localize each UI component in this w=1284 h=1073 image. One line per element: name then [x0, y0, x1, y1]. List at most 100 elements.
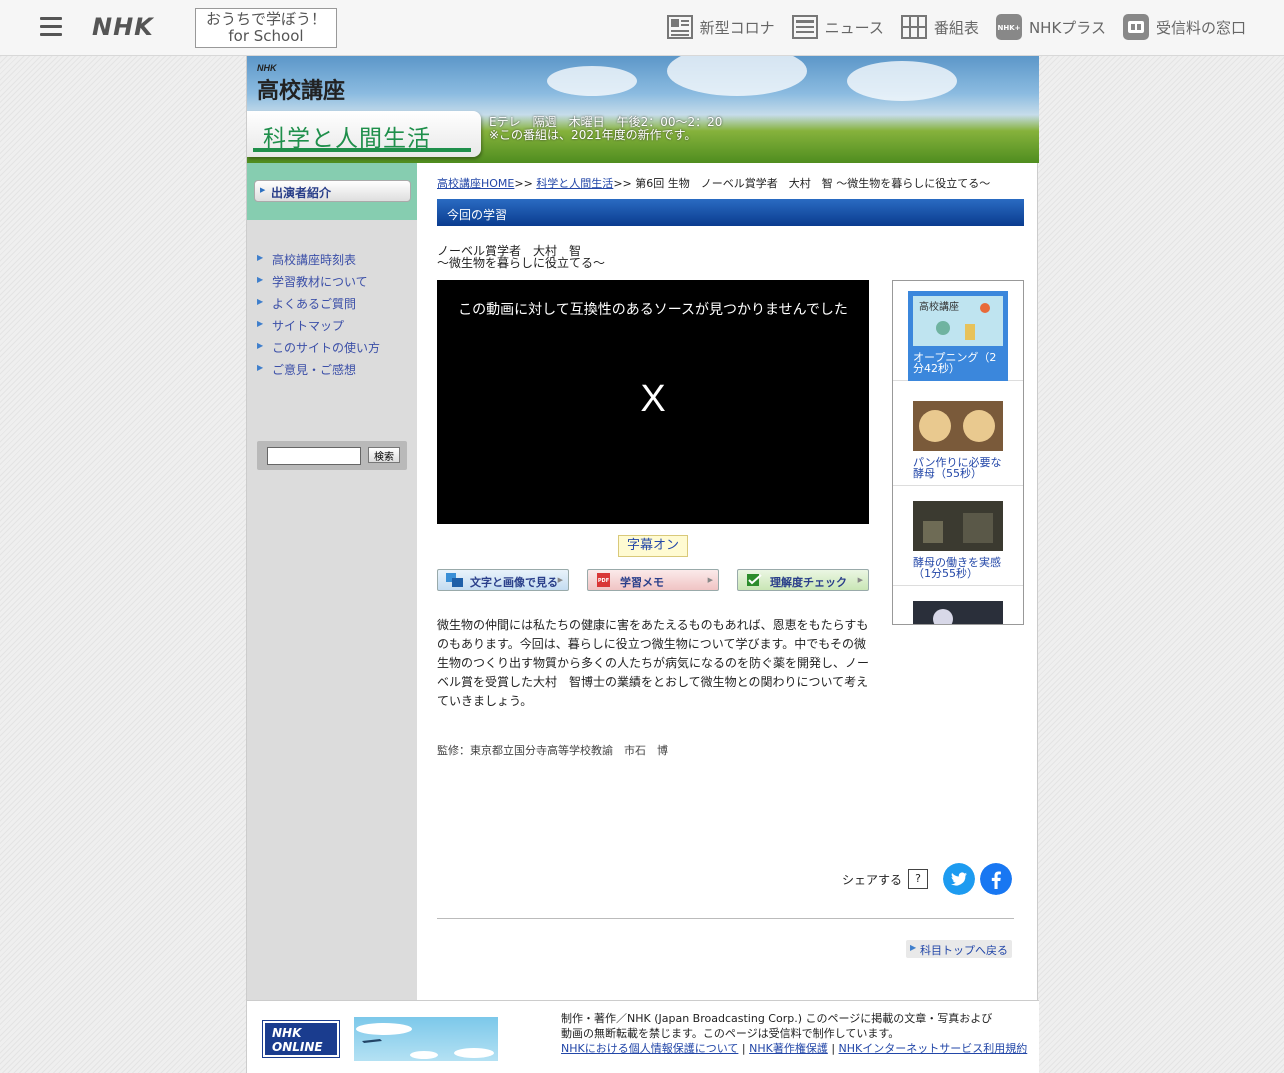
- chapter-label: パン作りに必要な酵母（55秒）: [913, 456, 1002, 480]
- reception-fee-icon: [1122, 14, 1149, 40]
- pdf-icon: PDF: [597, 573, 610, 587]
- breadcrumb: 高校講座HOME>> 科学と人間生活>> 第6回 生物 ノーベル賞学者 大村 智…: [437, 175, 990, 191]
- text-and-image-label: 文字と画像で見る: [470, 576, 558, 589]
- page-footer: NHK ONLINE 制作・著作／NHK (Japan Broadcasting…: [247, 1000, 1039, 1073]
- sidebar-item-feedback[interactable]: ご意見・ご感想: [257, 361, 380, 383]
- breadcrumb-home-link[interactable]: 高校講座HOME: [437, 177, 514, 190]
- footer-links: NHKにおける個人情報保護について | NHK著作権保護 | NHKインターネッ…: [561, 1041, 1031, 1056]
- breadcrumb-subject-link[interactable]: 科学と人間生活: [536, 177, 613, 190]
- sidebar-links: 高校講座時刻表 学習教材について よくあるご質問 サイトマップ このサイトの使い…: [257, 251, 380, 383]
- breadcrumb-separator: >>: [514, 177, 533, 190]
- nhk-online-logo[interactable]: NHK ONLINE: [262, 1020, 340, 1058]
- sidebar-item-materials[interactable]: 学習教材について: [257, 273, 380, 295]
- program-banner: NHK 高校講座 科学と人間生活 Eテレ 隔週 木曜日 午後2：00〜2：20 …: [247, 56, 1039, 163]
- nhk-plus-icon: NHK+: [995, 14, 1022, 40]
- koukou-kouza-logo[interactable]: NHK 高校講座: [257, 64, 345, 105]
- video-player[interactable]: この動画に対して互換性のあるソースが見つかりませんでした X: [437, 280, 869, 524]
- supervisor-credit: 監修：東京都立国分寺高等学校教諭 市石 博: [437, 744, 668, 757]
- sidebar-head: 出演者紹介: [247, 163, 417, 220]
- chapter-item[interactable]: [893, 586, 1023, 624]
- brand-title: 高校講座: [257, 78, 346, 104]
- comprehension-check-button[interactable]: 理解度チェック: [737, 569, 869, 591]
- chapter-thumbnail: 高校講座: [913, 296, 1003, 346]
- footer-banner-art: [356, 1023, 494, 1059]
- nav-corona-label: 新型コロナ: [699, 18, 775, 37]
- broadcast-info: Eテレ 隔週 木曜日 午後2：00〜2：20 ※この番組は、2021年度の新作で…: [489, 116, 722, 142]
- banner-cloud: [847, 61, 957, 101]
- section-heading: 今回の学習: [437, 199, 1024, 226]
- svg-text:NHK+: NHK+: [997, 24, 1020, 32]
- chapter-label: オープニング（2分42秒）: [913, 351, 997, 375]
- chapter-thumbnail: [913, 601, 1003, 624]
- school-line-2: for School: [228, 27, 304, 45]
- school-line-1: おうちで学ぼう！: [205, 10, 326, 28]
- news-icon: [791, 15, 818, 39]
- share-label: シェアする: [842, 872, 903, 887]
- nav-news-label: ニュース: [824, 18, 884, 37]
- ouchide-manabou-link[interactable]: おうちで学ぼう！ for School: [195, 8, 337, 48]
- subtitle-on-button[interactable]: 字幕オン: [618, 535, 688, 557]
- broadcast-note: ※この番組は、2021年度の新作です。: [489, 128, 697, 142]
- nav-news[interactable]: ニュース: [791, 13, 884, 41]
- chapter-item-box: 酵母の働きを実感（1分55秒）: [908, 496, 1008, 586]
- episode-title-line-2: ～微生物を暮らしに役立てる～: [437, 256, 606, 270]
- svg-text:高校講座: 高校講座: [919, 300, 959, 313]
- sidebar: 出演者紹介 高校講座時刻表 学習教材について よくあるご質問 サイトマップ この…: [247, 163, 417, 1000]
- search-input[interactable]: [267, 447, 361, 465]
- study-memo-label: 学習メモ: [620, 576, 664, 589]
- sidebar-item-timetable[interactable]: 高校講座時刻表: [257, 251, 380, 273]
- chapter-playlist[interactable]: 高校講座 オープニング（2分42秒） パン作りに必要な酵母（55秒） 酵母の働き…: [892, 280, 1024, 625]
- hamburger-menu-icon[interactable]: [40, 17, 62, 37]
- footer-banner-image[interactable]: [354, 1017, 498, 1061]
- comprehension-check-label: 理解度チェック: [770, 576, 847, 589]
- privacy-link[interactable]: NHKにおける個人情報保護について: [561, 1042, 738, 1055]
- copyright-link[interactable]: NHK著作権保護: [749, 1042, 828, 1055]
- back-to-subject-top-button[interactable]: 科目トップへ戻る: [906, 940, 1012, 958]
- program-guide-icon: [900, 15, 927, 39]
- twitter-icon[interactable]: [943, 863, 976, 895]
- search-button[interactable]: 検索: [368, 447, 400, 463]
- breadcrumb-current: 第6回 生物 ノーベル賞学者 大村 智 ～微生物を暮らしに役立てる～: [635, 177, 991, 190]
- share-help-button[interactable]: ?: [908, 869, 929, 889]
- footer-text-line-2: 動画の無断転載を禁じます。このページは受信料で制作しています。: [561, 1027, 900, 1040]
- nav-reception-fee[interactable]: 受信料の窓口: [1122, 13, 1246, 41]
- svg-text:PDF: PDF: [598, 578, 609, 584]
- text-image-icon: [446, 573, 463, 587]
- chapter-thumbnail: [913, 501, 1003, 551]
- chapter-item[interactable]: 高校講座 オープニング（2分42秒）: [893, 281, 1023, 381]
- nhk-online-logo-line-2: ONLINE: [272, 1040, 323, 1054]
- study-memo-button[interactable]: PDF 学習メモ: [587, 569, 719, 591]
- nhk-logo[interactable]: NHK: [92, 13, 154, 41]
- footer-copyright: 制作・著作／NHK (Japan Broadcasting Corp.) このペ…: [561, 1011, 1031, 1056]
- global-nav: 新型コロナ ニュース 番組表 NHK+ NHKプラス 受信料の窓口: [650, 13, 1246, 41]
- text-and-image-button[interactable]: 文字と画像で見る: [437, 569, 569, 591]
- chapter-item[interactable]: パン作りに必要な酵母（55秒）: [893, 386, 1023, 486]
- site-search: 検索: [257, 441, 407, 470]
- sidebar-item-sitemap[interactable]: サイトマップ: [257, 317, 380, 339]
- content-divider: [437, 918, 1014, 919]
- nhk-global-header: NHK おうちで学ぼう！ for School 新型コロナ ニュース 番組表 N…: [0, 0, 1284, 56]
- facebook-icon[interactable]: [980, 863, 1013, 895]
- nav-nhk-plus-label: NHKプラス: [1028, 18, 1106, 37]
- nav-corona[interactable]: 新型コロナ: [666, 13, 775, 41]
- terms-link[interactable]: NHKインターネットサービス利用規約: [839, 1042, 1028, 1055]
- nav-reception-fee-label: 受信料の窓口: [1155, 18, 1246, 37]
- footer-link-separator: |: [741, 1042, 746, 1055]
- chapter-thumbnail: [913, 401, 1003, 451]
- footer-link-separator: |: [831, 1042, 836, 1055]
- sidebar-item-faq[interactable]: よくあるご質問: [257, 295, 380, 317]
- footer-text-line-1: 制作・著作／NHK (Japan Broadcasting Corp.) このペ…: [561, 1012, 993, 1025]
- episode-title: ノーベル賞学者 大村 智 ～微生物を暮らしに役立てる～: [437, 245, 605, 269]
- nav-nhk-plus[interactable]: NHK+ NHKプラス: [995, 13, 1106, 41]
- chapter-item-box: パン作りに必要な酵母（55秒）: [908, 396, 1008, 486]
- chapter-item[interactable]: 酵母の働きを実感（1分55秒）: [893, 486, 1023, 586]
- nav-program-guide[interactable]: 番組表: [900, 13, 979, 41]
- episode-description: 微生物の仲間には私たちの健康に害をあたえるものもあれば、恩恵をもたらすものもあり…: [437, 618, 870, 708]
- video-close-button[interactable]: X: [437, 378, 869, 421]
- cast-intro-button[interactable]: 出演者紹介: [254, 180, 411, 202]
- program-title-plate: 科学と人間生活: [247, 111, 481, 157]
- brand-nhk-small: NHK: [257, 63, 277, 73]
- corona-icon: [666, 15, 693, 39]
- sidebar-item-howto[interactable]: このサイトの使い方: [257, 339, 380, 361]
- share-area: シェアする ?: [842, 863, 1013, 895]
